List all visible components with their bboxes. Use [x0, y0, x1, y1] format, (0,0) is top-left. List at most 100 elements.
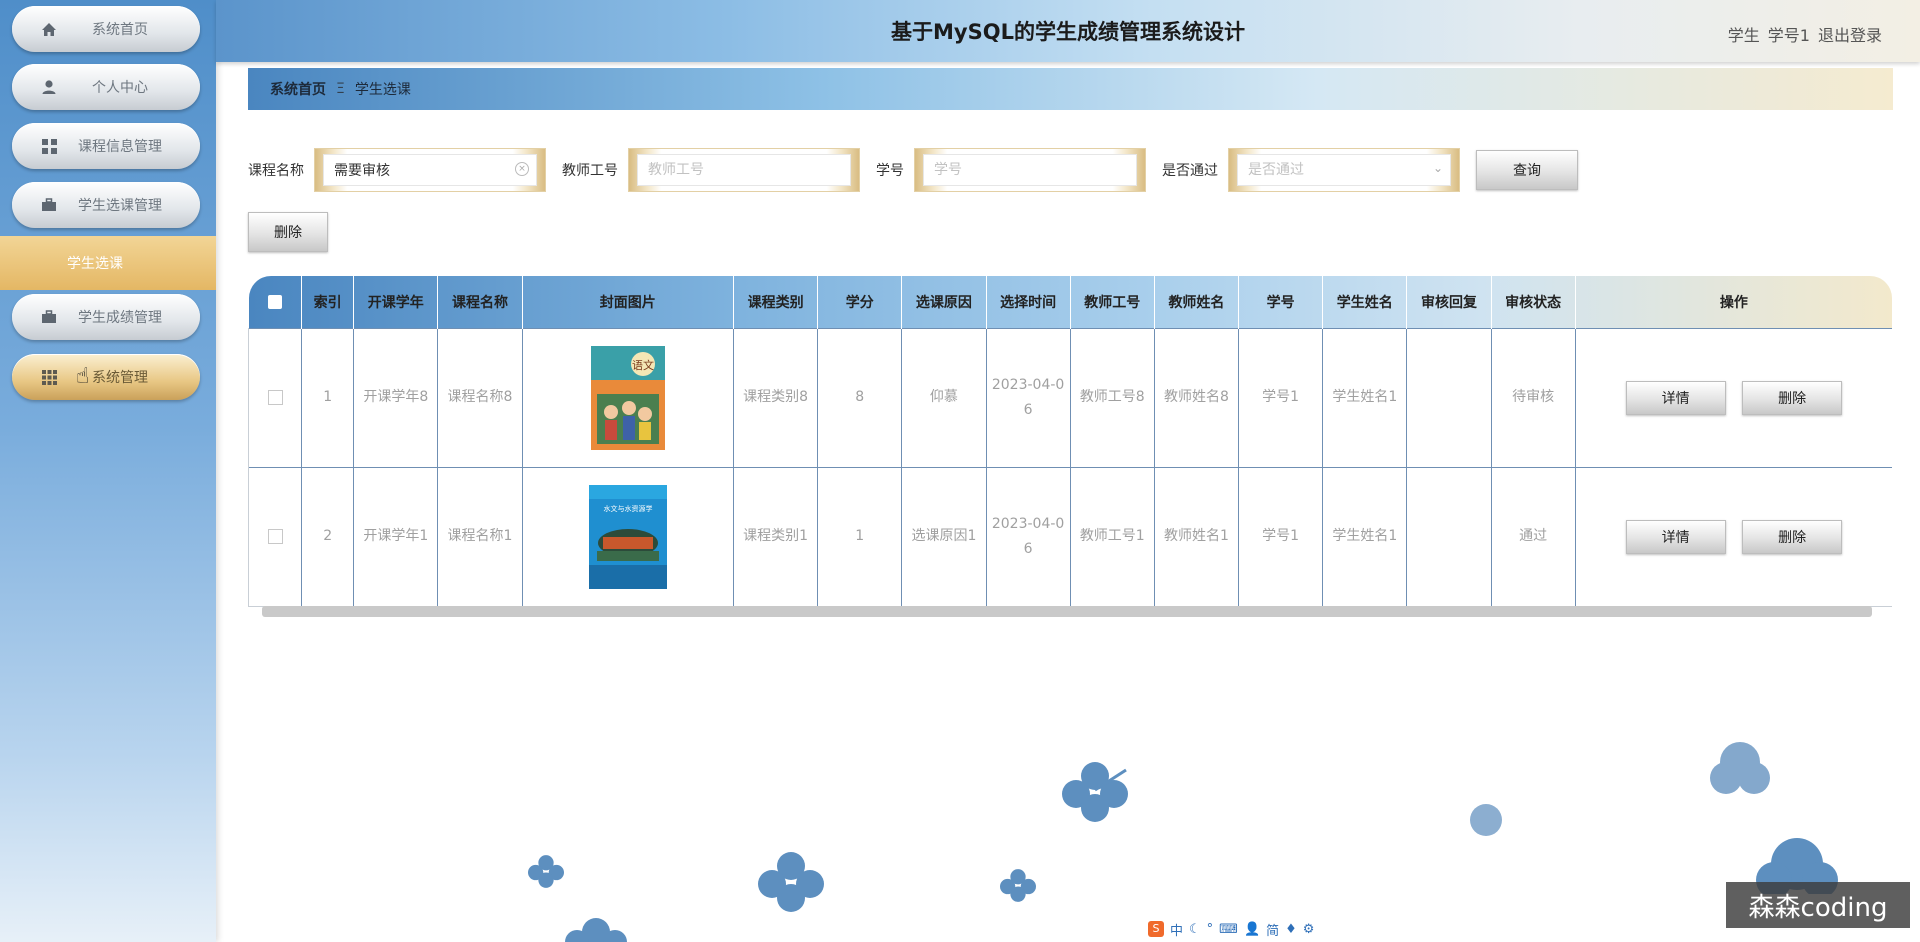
sidebar-item-course-selection[interactable]: 学生选课管理 — [12, 182, 200, 228]
cell-index: 1 — [301, 328, 355, 467]
course-name-input[interactable] — [323, 154, 537, 186]
cover-image[interactable]: 水文与水资源学 — [588, 484, 667, 589]
chevron-down-icon: ⌄ — [1432, 161, 1443, 175]
cell-credit: 8 — [817, 328, 903, 467]
cell-category: 课程类别1 — [733, 467, 819, 606]
moon-icon[interactable]: ☾ — [1189, 922, 1201, 937]
ime-mode[interactable]: 中 — [1170, 920, 1183, 939]
column-header: 选课原因 — [901, 276, 987, 328]
search-bar: 课程名称 × 教师工号 学号 是否通过 ⌄ 查询 — [248, 148, 1578, 192]
sidebar-item-grades[interactable]: 学生成绩管理 — [12, 294, 200, 340]
select-all-checkbox[interactable] — [267, 294, 282, 309]
cell-time: 2023-04-06 — [986, 467, 1071, 606]
clover-decoration-icon — [1000, 869, 1036, 902]
passed-select[interactable] — [1237, 154, 1451, 186]
keyboard-icon[interactable]: ⌨ — [1219, 922, 1238, 937]
clover-decoration-icon — [758, 852, 824, 912]
detail-button[interactable]: 详情 — [1625, 380, 1726, 415]
sidebar-item-label: 学生成绩管理 — [78, 310, 162, 326]
row-checkbox[interactable] — [267, 528, 283, 544]
delete-button[interactable]: 删除 — [1742, 519, 1843, 554]
sidebar-item-label: 系统首页 — [92, 22, 148, 38]
cell-student-name: 学生姓名1 — [1322, 328, 1408, 467]
horizontal-scrollbar[interactable] — [262, 606, 1872, 617]
sidebar-item-home[interactable]: 系统首页 — [12, 6, 200, 52]
column-header: 索引 — [301, 276, 355, 328]
cell-year: 开课学年1 — [353, 467, 439, 606]
top-header: 基于MySQL的学生成绩管理系统设计 学生 学号1 退出登录 — [216, 0, 1920, 62]
apps-icon — [38, 369, 60, 385]
column-header: 教师姓名 — [1154, 276, 1240, 328]
user-icon — [38, 79, 60, 95]
student-no-input[interactable] — [923, 154, 1137, 186]
sidebar-subitem-student-course[interactable]: 学生选课 — [0, 236, 216, 290]
select-all-cell — [248, 276, 303, 328]
breadcrumb-separator-icon: Ξ — [336, 81, 345, 97]
delete-button[interactable]: 删除 — [1742, 380, 1843, 415]
hand-cursor-icon: ☝ — [76, 364, 90, 389]
cell-reason: 仰慕 — [901, 328, 987, 467]
column-header: 课程名称 — [437, 276, 523, 328]
clover-decoration-icon — [1062, 762, 1128, 822]
sidebar: 系统首页 个人中心 课程信息管理 学生选课管理 学生选课 学生成绩管理 系统管理 — [0, 0, 216, 942]
cell-status: 通过 — [1491, 467, 1576, 606]
table-header-row: 索引 开课学年 课程名称 封面图片 课程类别 学分 选课原因 选择时间 教师工号… — [248, 276, 1892, 328]
cell-cover: 语文 — [522, 328, 735, 467]
clover-decoration-icon — [1710, 742, 1770, 794]
cell-reason: 选课原因1 — [901, 467, 987, 606]
cell-teacher-name: 教师姓名8 — [1154, 328, 1240, 467]
breadcrumb-current: 学生选课 — [354, 82, 411, 98]
passed-label: 是否通过 — [1162, 163, 1218, 179]
cell-category: 课程类别8 — [733, 328, 819, 467]
column-header: 选择时间 — [986, 276, 1071, 328]
clover-decoration-icon — [565, 918, 627, 942]
shirt-icon[interactable]: ♦ — [1285, 922, 1297, 937]
gear-icon[interactable]: ⚙ — [1303, 922, 1315, 937]
cell-teacher-no: 教师工号1 — [1070, 467, 1155, 606]
teacher-no-label: 教师工号 — [562, 163, 618, 179]
watermark: 森森coding — [1726, 882, 1910, 928]
column-header: 操作 — [1719, 294, 1748, 311]
sidebar-item-profile[interactable]: 个人中心 — [12, 64, 200, 110]
cell-time: 2023-04-06 — [986, 328, 1071, 467]
row-checkbox[interactable] — [267, 389, 283, 405]
sidebar-item-label: 学生选课管理 — [78, 198, 162, 214]
cell-actions: 详情 删除 — [1575, 467, 1892, 606]
user-icon[interactable]: 👤 — [1244, 922, 1260, 937]
sidebar-item-system[interactable]: 系统管理 — [12, 354, 200, 400]
punctuation-icon[interactable]: ° — [1207, 922, 1214, 937]
cell-teacher-no: 教师工号8 — [1070, 328, 1155, 467]
column-header: 审核回复 — [1406, 276, 1492, 328]
student-no-field — [914, 148, 1146, 192]
cell-year: 开课学年8 — [353, 328, 439, 467]
logout-link[interactable]: 退出登录 — [1818, 26, 1882, 45]
course-name-label: 课程名称 — [248, 163, 304, 179]
cell-course: 课程名称8 — [437, 328, 523, 467]
ime-charset[interactable]: 简 — [1266, 920, 1279, 939]
column-header: 学生姓名 — [1322, 276, 1408, 328]
clover-decoration-icon — [528, 855, 564, 888]
cell-student-no: 学号1 — [1238, 467, 1324, 606]
ime-logo-icon[interactable]: S — [1148, 921, 1164, 937]
sidebar-item-course-info[interactable]: 课程信息管理 — [12, 123, 200, 169]
teacher-no-input[interactable] — [637, 154, 851, 186]
query-button[interactable]: 查询 — [1476, 150, 1578, 190]
teacher-no-field — [628, 148, 860, 192]
cover-image[interactable]: 语文 — [590, 345, 665, 450]
user-info: 学生 学号1 退出登录 — [1720, 22, 1882, 46]
cover-title: 语文 — [632, 358, 654, 372]
batch-delete-button[interactable]: 删除 — [248, 212, 328, 252]
column-header: 学分 — [817, 276, 903, 328]
column-header: 教师工号 — [1070, 276, 1155, 328]
detail-button[interactable]: 详情 — [1625, 519, 1726, 554]
sidebar-item-label: 个人中心 — [92, 80, 148, 96]
breadcrumb: 系统首页 Ξ 学生选课 — [248, 68, 1893, 110]
home-icon — [38, 22, 60, 37]
breadcrumb-home[interactable]: 系统首页 — [270, 79, 326, 99]
ime-toolbar: S 中 ☾ ° ⌨ 👤 简 ♦ ⚙ — [1144, 918, 1348, 940]
column-header: 学号 — [1238, 276, 1324, 328]
page-title: 基于MySQL的学生成绩管理系统设计 — [891, 20, 1245, 44]
cell-credit: 1 — [817, 467, 903, 606]
clear-icon[interactable]: × — [515, 162, 529, 176]
briefcase-icon — [38, 198, 60, 212]
